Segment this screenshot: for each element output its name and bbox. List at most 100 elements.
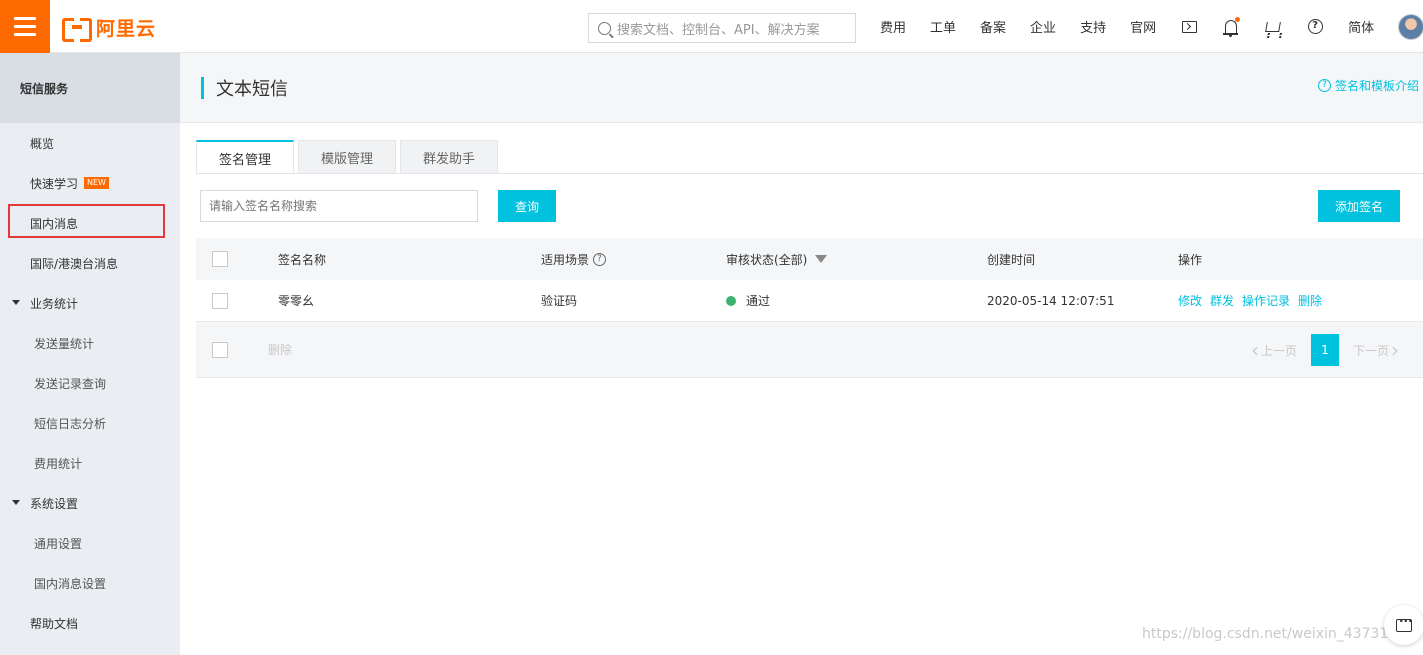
tab-bulk-send[interactable]: 群发助手: [400, 140, 498, 174]
sidebar-title: 短信服务: [0, 53, 180, 123]
sidebar-item-label: 通用设置: [34, 536, 83, 551]
sidebar-item-general-settings[interactable]: 通用设置: [0, 523, 180, 563]
sidebar-item-international[interactable]: 国际/港澳台消息: [0, 243, 180, 283]
query-button[interactable]: 查询: [498, 190, 556, 222]
cell-status: 通过: [726, 292, 987, 309]
caret-down-icon: [12, 300, 20, 305]
signature-table: 签名名称 适用场景? 审核状态(全部) 创建时间 操作 零零幺 验证码 通过 2…: [196, 238, 1423, 378]
select-all-checkbox[interactable]: [212, 251, 228, 267]
caret-down-icon: [12, 500, 20, 505]
signature-search-input[interactable]: [200, 190, 478, 222]
col-status-label: 审核状态(全部): [726, 252, 808, 267]
cart-icon[interactable]: [1252, 0, 1294, 53]
avatar[interactable]: [1398, 14, 1423, 40]
help-icon[interactable]: ?: [1294, 0, 1336, 53]
search-icon: [598, 21, 611, 35]
sidebar-item-label: 短信日志分析: [34, 416, 107, 431]
next-page-button[interactable]: 下一页 ›: [1347, 334, 1405, 366]
sidebar-item-label: 费用统计: [34, 456, 83, 471]
chevron-right-icon: ›: [1391, 338, 1399, 362]
tab-templates[interactable]: 模版管理: [298, 140, 396, 174]
notification-dot: [1235, 17, 1241, 22]
bulk-send-link[interactable]: 群发: [1210, 292, 1234, 309]
status-dot-icon: [726, 295, 736, 306]
cell-time: 2020-05-14 12:07:51: [987, 293, 1115, 308]
sidebar-item-label: 国内消息: [30, 216, 79, 231]
aliyun-logo-icon: [62, 18, 92, 42]
page-title: 文本短信: [216, 79, 288, 100]
nav-enterprise[interactable]: 企业: [1018, 17, 1068, 36]
sidebar-item-label: 国内消息设置: [34, 576, 107, 591]
tabs: 签名管理 模版管理 群发助手: [196, 140, 498, 174]
delete-link[interactable]: 删除: [1298, 292, 1322, 309]
terminal-icon[interactable]: [1168, 0, 1210, 53]
language-switch[interactable]: 简体: [1336, 17, 1386, 36]
chevron-left-icon: ‹: [1250, 338, 1259, 362]
table-footer: 删除 ‹ 上一页 1 下一页 ›: [196, 322, 1423, 378]
cell-name: 零零幺: [278, 294, 315, 308]
sidebar-item-log-analysis[interactable]: 短信日志分析: [0, 403, 180, 443]
sidebar: 短信服务 概览 快速学习 NEW 国内消息 国际/港澳台消息 业务统计 发送量统计…: [0, 53, 180, 655]
main-content: 文本短信 ? 签名和模板介绍 签名管理 模版管理 群发助手 查询 添加签名 签名…: [180, 53, 1423, 655]
filter-icon[interactable]: [815, 255, 828, 263]
sidebar-item-label: 概览: [30, 136, 55, 151]
top-nav: 费用 工单 备案 企业 支持 官网 ? 简体: [868, 0, 1386, 53]
col-name: 签名名称: [278, 252, 327, 267]
sidebar-item-label: 快速学习: [30, 176, 79, 191]
nav-fees[interactable]: 费用: [868, 17, 918, 36]
sidebar-group-settings[interactable]: 系统设置: [0, 483, 180, 523]
sidebar-item-overview[interactable]: 概览: [0, 123, 180, 163]
sidebar-item-label: 帮助文档: [30, 616, 79, 631]
question-circle-icon[interactable]: ?: [593, 252, 607, 266]
help-link[interactable]: ? 签名和模板介绍: [1317, 77, 1419, 94]
sidebar-item-help-docs[interactable]: 帮助文档: [0, 603, 180, 643]
sidebar-item-domestic[interactable]: 国内消息: [0, 203, 180, 243]
table-header: 签名名称 适用场景? 审核状态(全部) 创建时间 操作: [196, 238, 1423, 280]
col-status: 审核状态(全部): [726, 251, 987, 268]
col-scene: 适用场景?: [541, 251, 726, 268]
footer-select-all-checkbox[interactable]: [212, 341, 228, 358]
prev-label: 上一页: [1260, 343, 1297, 358]
sidebar-item-send-volume[interactable]: 发送量统计: [0, 323, 180, 363]
col-time: 创建时间: [987, 252, 1036, 267]
sidebar-item-cost-stats[interactable]: 费用统计: [0, 443, 180, 483]
title-bar: 文本短信 ? 签名和模板介绍: [180, 53, 1423, 123]
sidebar-item-label: 发送记录查询: [34, 376, 107, 391]
bell-icon[interactable]: [1210, 0, 1252, 53]
nav-support[interactable]: 支持: [1068, 17, 1118, 36]
sidebar-item-domestic-settings[interactable]: 国内消息设置: [0, 563, 180, 603]
title-accent: [201, 77, 204, 99]
history-link[interactable]: 操作记录: [1242, 292, 1290, 309]
next-label: 下一页: [1352, 343, 1389, 358]
status-label: 通过: [746, 294, 771, 308]
sidebar-item-quick-learn[interactable]: 快速学习 NEW: [0, 163, 180, 203]
search-placeholder: 搜索文档、控制台、API、解决方案: [617, 22, 820, 38]
edit-link[interactable]: 修改: [1178, 292, 1202, 309]
search-input[interactable]: 搜索文档、控制台、API、解决方案: [588, 13, 856, 43]
top-bar: 阿里云 搜索文档、控制台、API、解决方案 费用 工单 备案 企业 支持 官网 …: [0, 0, 1423, 53]
help-link-label: 签名和模板介绍: [1334, 79, 1419, 93]
sidebar-group-stats[interactable]: 业务统计: [0, 283, 180, 323]
chat-button[interactable]: [1384, 605, 1423, 645]
col-ops: 操作: [1178, 252, 1203, 267]
row-checkbox[interactable]: [212, 292, 228, 309]
cell-ops: 修改 群发 操作记录 删除: [1178, 292, 1423, 309]
sidebar-item-label: 发送量统计: [34, 336, 95, 351]
batch-delete-button[interactable]: 删除: [268, 341, 292, 358]
nav-official-site[interactable]: 官网: [1118, 17, 1168, 36]
watermark: https://blog.csdn.net/weixin_43731093: [1142, 626, 1416, 642]
question-circle-icon: ?: [1317, 79, 1331, 92]
page-number[interactable]: 1: [1310, 334, 1339, 366]
menu-icon[interactable]: [0, 0, 50, 53]
tab-signatures[interactable]: 签名管理: [196, 140, 294, 174]
add-signature-button[interactable]: 添加签名: [1318, 190, 1400, 222]
chat-icon: [1396, 614, 1413, 632]
logo-text: 阿里云: [96, 17, 157, 40]
nav-filing[interactable]: 备案: [968, 17, 1018, 36]
col-scene-label: 适用场景: [541, 252, 590, 267]
nav-tickets[interactable]: 工单: [918, 17, 968, 36]
logo[interactable]: 阿里云: [62, 15, 157, 42]
sidebar-item-send-records[interactable]: 发送记录查询: [0, 363, 180, 403]
prev-page-button[interactable]: ‹ 上一页: [1245, 334, 1303, 366]
cell-scene: 验证码: [541, 294, 578, 308]
